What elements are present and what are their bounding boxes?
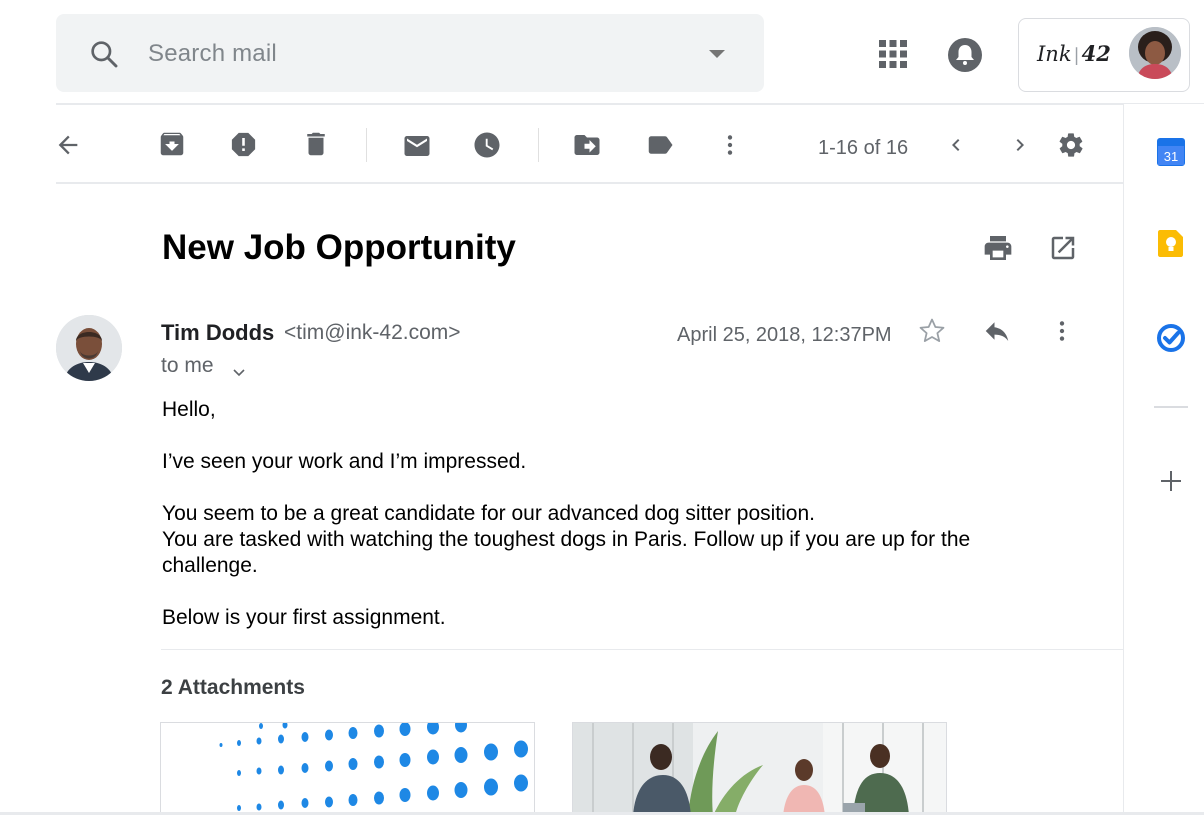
label-icon[interactable]	[644, 130, 676, 165]
prev-page-icon[interactable]	[944, 133, 968, 162]
account-switcher[interactable]: Ink |42	[1018, 18, 1190, 92]
star-icon[interactable]	[917, 316, 947, 351]
header-divider	[56, 103, 1204, 105]
message-subject: New Job Opportunity	[162, 228, 516, 267]
settings-gear-icon[interactable]	[1057, 131, 1085, 164]
message-body-line: Hello,	[162, 398, 216, 421]
attachments-title: 2 Attachments	[161, 676, 305, 699]
side-panel-divider	[1154, 406, 1188, 408]
message-body-line: You seem to be a great candidate for our…	[162, 502, 815, 525]
search-input[interactable]: Search mail	[148, 40, 277, 68]
delete-icon[interactable]	[301, 128, 331, 165]
account-avatar[interactable]	[1129, 27, 1181, 79]
message-body-line: You are tasked with watching the toughes…	[162, 528, 971, 577]
calendar-day: 31	[1164, 149, 1178, 164]
move-to-icon[interactable]	[572, 130, 602, 165]
reply-icon[interactable]	[982, 316, 1012, 351]
print-icon[interactable]	[982, 232, 1014, 269]
brand-logo: Ink |42	[1037, 41, 1111, 66]
recipient-line: to me	[161, 354, 214, 377]
apps-grid-icon[interactable]	[879, 40, 907, 73]
message-date: April 25, 2018, 12:37PM	[677, 324, 892, 346]
calendar-icon[interactable]: 31	[1157, 136, 1185, 171]
message-body-line: I’ve seen your work and I’m impressed.	[162, 450, 527, 473]
attachment-thumbnail[interactable]	[160, 722, 535, 815]
search-options-caret-icon[interactable]	[708, 47, 726, 65]
notifications-icon[interactable]	[947, 37, 983, 78]
message-body-line: Below is your first assignment.	[162, 606, 446, 629]
sender-avatar[interactable]	[56, 315, 122, 381]
tasks-icon[interactable]	[1156, 323, 1186, 358]
mark-unread-icon[interactable]	[402, 131, 432, 166]
sender-name[interactable]: Tim Dodds	[161, 320, 274, 346]
attachments-divider	[161, 649, 1123, 650]
back-arrow-icon[interactable]	[54, 131, 82, 164]
search-icon[interactable]	[88, 38, 120, 75]
add-addon-icon[interactable]	[1160, 470, 1182, 497]
keep-icon[interactable]	[1157, 228, 1185, 263]
snooze-icon[interactable]	[472, 130, 502, 165]
attachment-thumbnail[interactable]	[572, 722, 947, 815]
toolbar-divider	[538, 128, 539, 162]
side-panel: 31	[1123, 104, 1204, 815]
open-in-new-window-icon[interactable]	[1048, 233, 1078, 268]
show-details-chevron-icon[interactable]	[233, 364, 245, 382]
toolbar-divider-line	[56, 182, 1123, 184]
toolbar-divider	[366, 128, 367, 162]
report-spam-icon[interactable]	[228, 129, 259, 165]
pager-count: 1-16 of 16	[818, 137, 909, 159]
sender-email: <tim@ink-42.com>	[284, 321, 461, 344]
message-more-vert-icon[interactable]	[1049, 316, 1075, 351]
next-page-icon[interactable]	[1008, 133, 1032, 162]
archive-icon[interactable]	[157, 129, 187, 164]
more-vert-icon[interactable]	[717, 130, 743, 165]
